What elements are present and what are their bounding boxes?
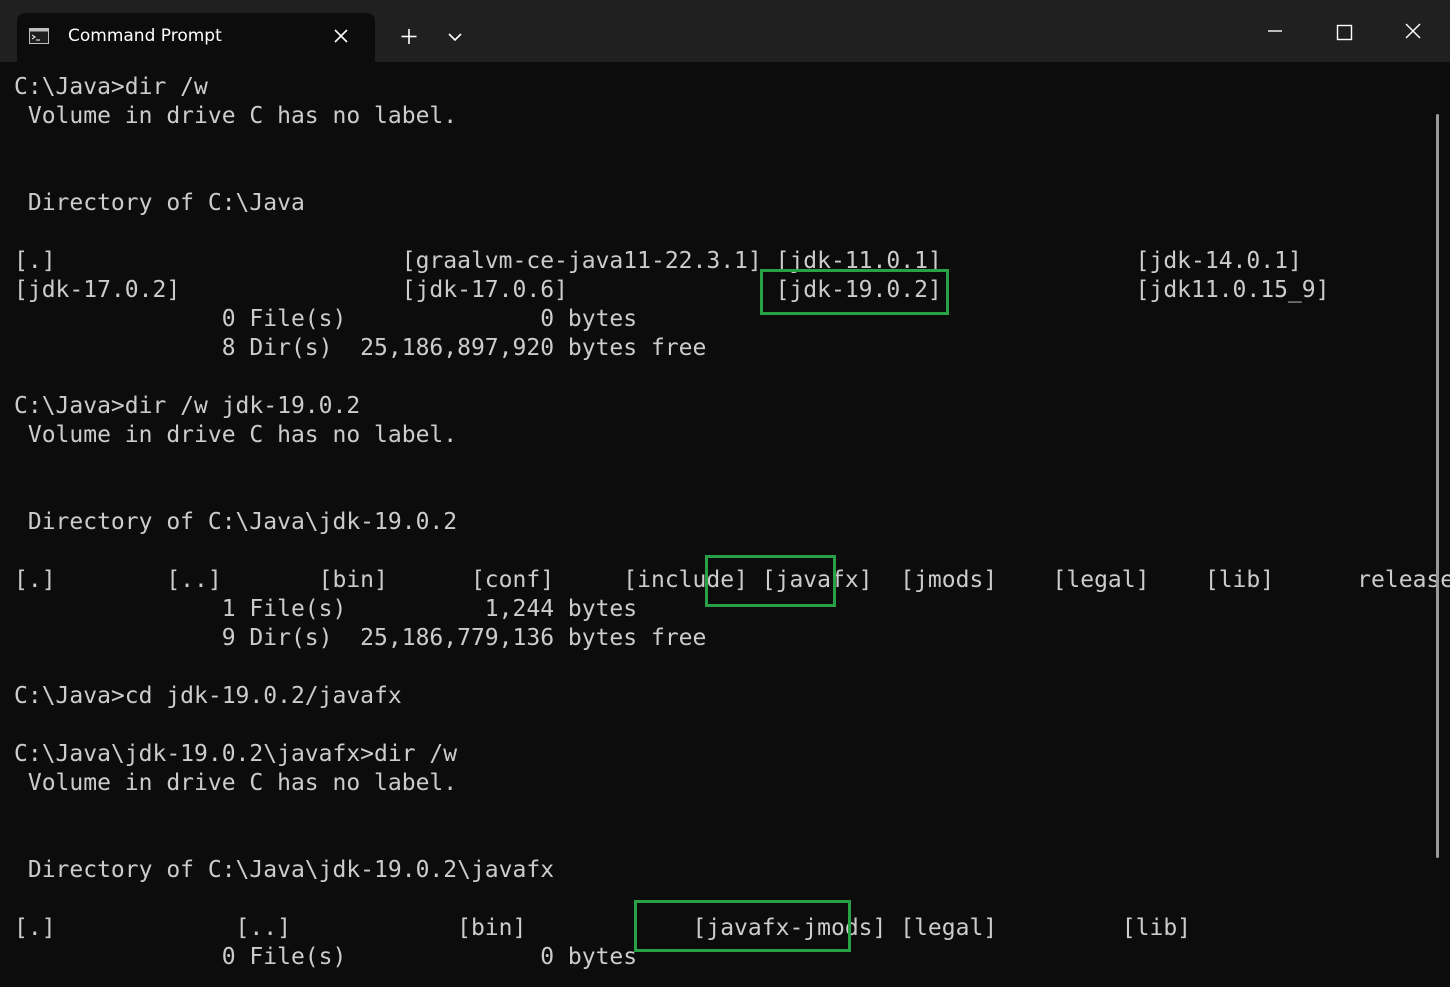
terminal-line: [.] [..] [bin] [javafx-jmods] [legal] [l… bbox=[14, 915, 1192, 941]
terminal-line: Volume in drive C has no label. bbox=[14, 770, 458, 796]
tab-title: Command Prompt bbox=[68, 26, 222, 46]
terminal-line: Volume in drive C has no label. bbox=[14, 103, 458, 129]
terminal-line: [jdk-17.0.2] [jdk-17.0.6] [jdk-19.0.2] [… bbox=[14, 277, 1330, 303]
minimize-icon[interactable] bbox=[1252, 10, 1298, 54]
tab-command-prompt[interactable]: Command Prompt bbox=[17, 13, 375, 62]
terminal-line: 0 File(s) 0 bytes bbox=[14, 944, 638, 970]
terminal-line: Directory of C:\Java\jdk-19.0.2\javafx bbox=[14, 857, 555, 883]
close-icon[interactable] bbox=[1390, 10, 1436, 54]
terminal-line: C:\Java>cd jdk-19.0.2/javafx bbox=[14, 683, 402, 709]
terminal-line: 9 Dir(s) 25,186,779,136 bytes free bbox=[14, 625, 707, 651]
command-prompt-window: Command Prompt C:\Java>dir /w Volume in … bbox=[0, 0, 1450, 987]
terminal-line: 1 File(s) 1,244 bytes bbox=[14, 596, 638, 622]
close-icon[interactable] bbox=[332, 27, 350, 45]
chevron-down-icon[interactable] bbox=[437, 21, 473, 51]
terminal-app-icon bbox=[29, 28, 49, 44]
vertical-scrollbar[interactable] bbox=[1436, 114, 1439, 858]
terminal-line: C:\Java\jdk-19.0.2\javafx>dir /w bbox=[14, 741, 458, 767]
terminal-line: Volume in drive C has no label. bbox=[14, 422, 458, 448]
terminal-line: 8 Dir(s) 25,186,897,920 bytes free bbox=[14, 335, 707, 361]
maximize-icon[interactable] bbox=[1321, 10, 1367, 54]
terminal-line: [.] [..] [bin] [conf] [include] [javafx]… bbox=[14, 567, 1450, 593]
plus-icon[interactable] bbox=[391, 21, 427, 51]
terminal-line: C:\Java>dir /w bbox=[14, 74, 208, 100]
title-bar: Command Prompt bbox=[0, 0, 1450, 62]
terminal-line: Directory of C:\Java bbox=[14, 190, 305, 216]
terminal-line: 0 File(s) 0 bytes bbox=[14, 306, 638, 332]
terminal-line: C:\Java>dir /w jdk-19.0.2 bbox=[14, 393, 361, 419]
terminal-output[interactable]: C:\Java>dir /w Volume in drive C has no … bbox=[14, 73, 1450, 972]
terminal-line: [.] [graalvm-ce-java11-22.3.1] [jdk-11.0… bbox=[14, 248, 1302, 274]
terminal-line: Directory of C:\Java\jdk-19.0.2 bbox=[14, 509, 458, 535]
